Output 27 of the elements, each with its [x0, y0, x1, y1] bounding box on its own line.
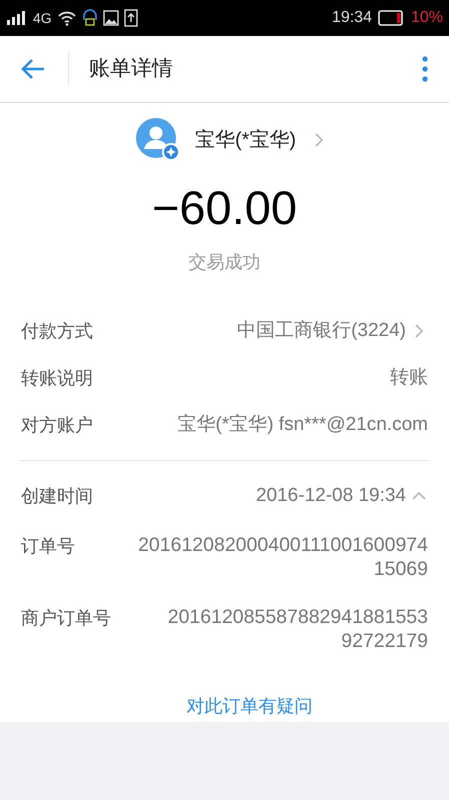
- detail-value: 201612082000400111001600974 15069: [138, 533, 428, 581]
- detail-label: 商户订单号: [21, 607, 111, 630]
- wifi-icon: [56, 10, 77, 26]
- detail-value: 中国工商银行(3224): [237, 319, 406, 343]
- detail-value: 2016-12-08 19:34: [256, 484, 406, 508]
- back-arrow-icon[interactable]: [20, 58, 46, 80]
- detail-label: 对方账户: [21, 414, 93, 437]
- battery-icon: [378, 10, 405, 26]
- headset-icon: [82, 8, 98, 28]
- network-label: 4G: [33, 8, 52, 28]
- page-title: 账单详情: [89, 56, 174, 82]
- more-options-icon[interactable]: [421, 56, 429, 82]
- payee-name[interactable]: 宝华(*宝华): [194, 125, 296, 155]
- detail-label: 创建时间: [21, 485, 93, 508]
- detail-value: 宝华(*宝华) fsn***@21cn.com: [177, 413, 428, 437]
- upload-icon: [124, 9, 138, 27]
- clock: 19:34: [332, 8, 372, 28]
- transaction-status: 交易成功: [188, 251, 260, 274]
- amount: −60.00: [152, 180, 298, 236]
- detail-value: 转账: [390, 366, 428, 390]
- battery-percentage: 10%: [410, 8, 443, 28]
- detail-value: 201612085587882941881553 92722179: [168, 605, 428, 653]
- detail-label: 订单号: [21, 535, 75, 558]
- signal-icon: [6, 10, 28, 26]
- image-icon: [102, 10, 119, 26]
- detail-label: 付款方式: [21, 320, 93, 343]
- detail-label: 转账说明: [21, 367, 93, 390]
